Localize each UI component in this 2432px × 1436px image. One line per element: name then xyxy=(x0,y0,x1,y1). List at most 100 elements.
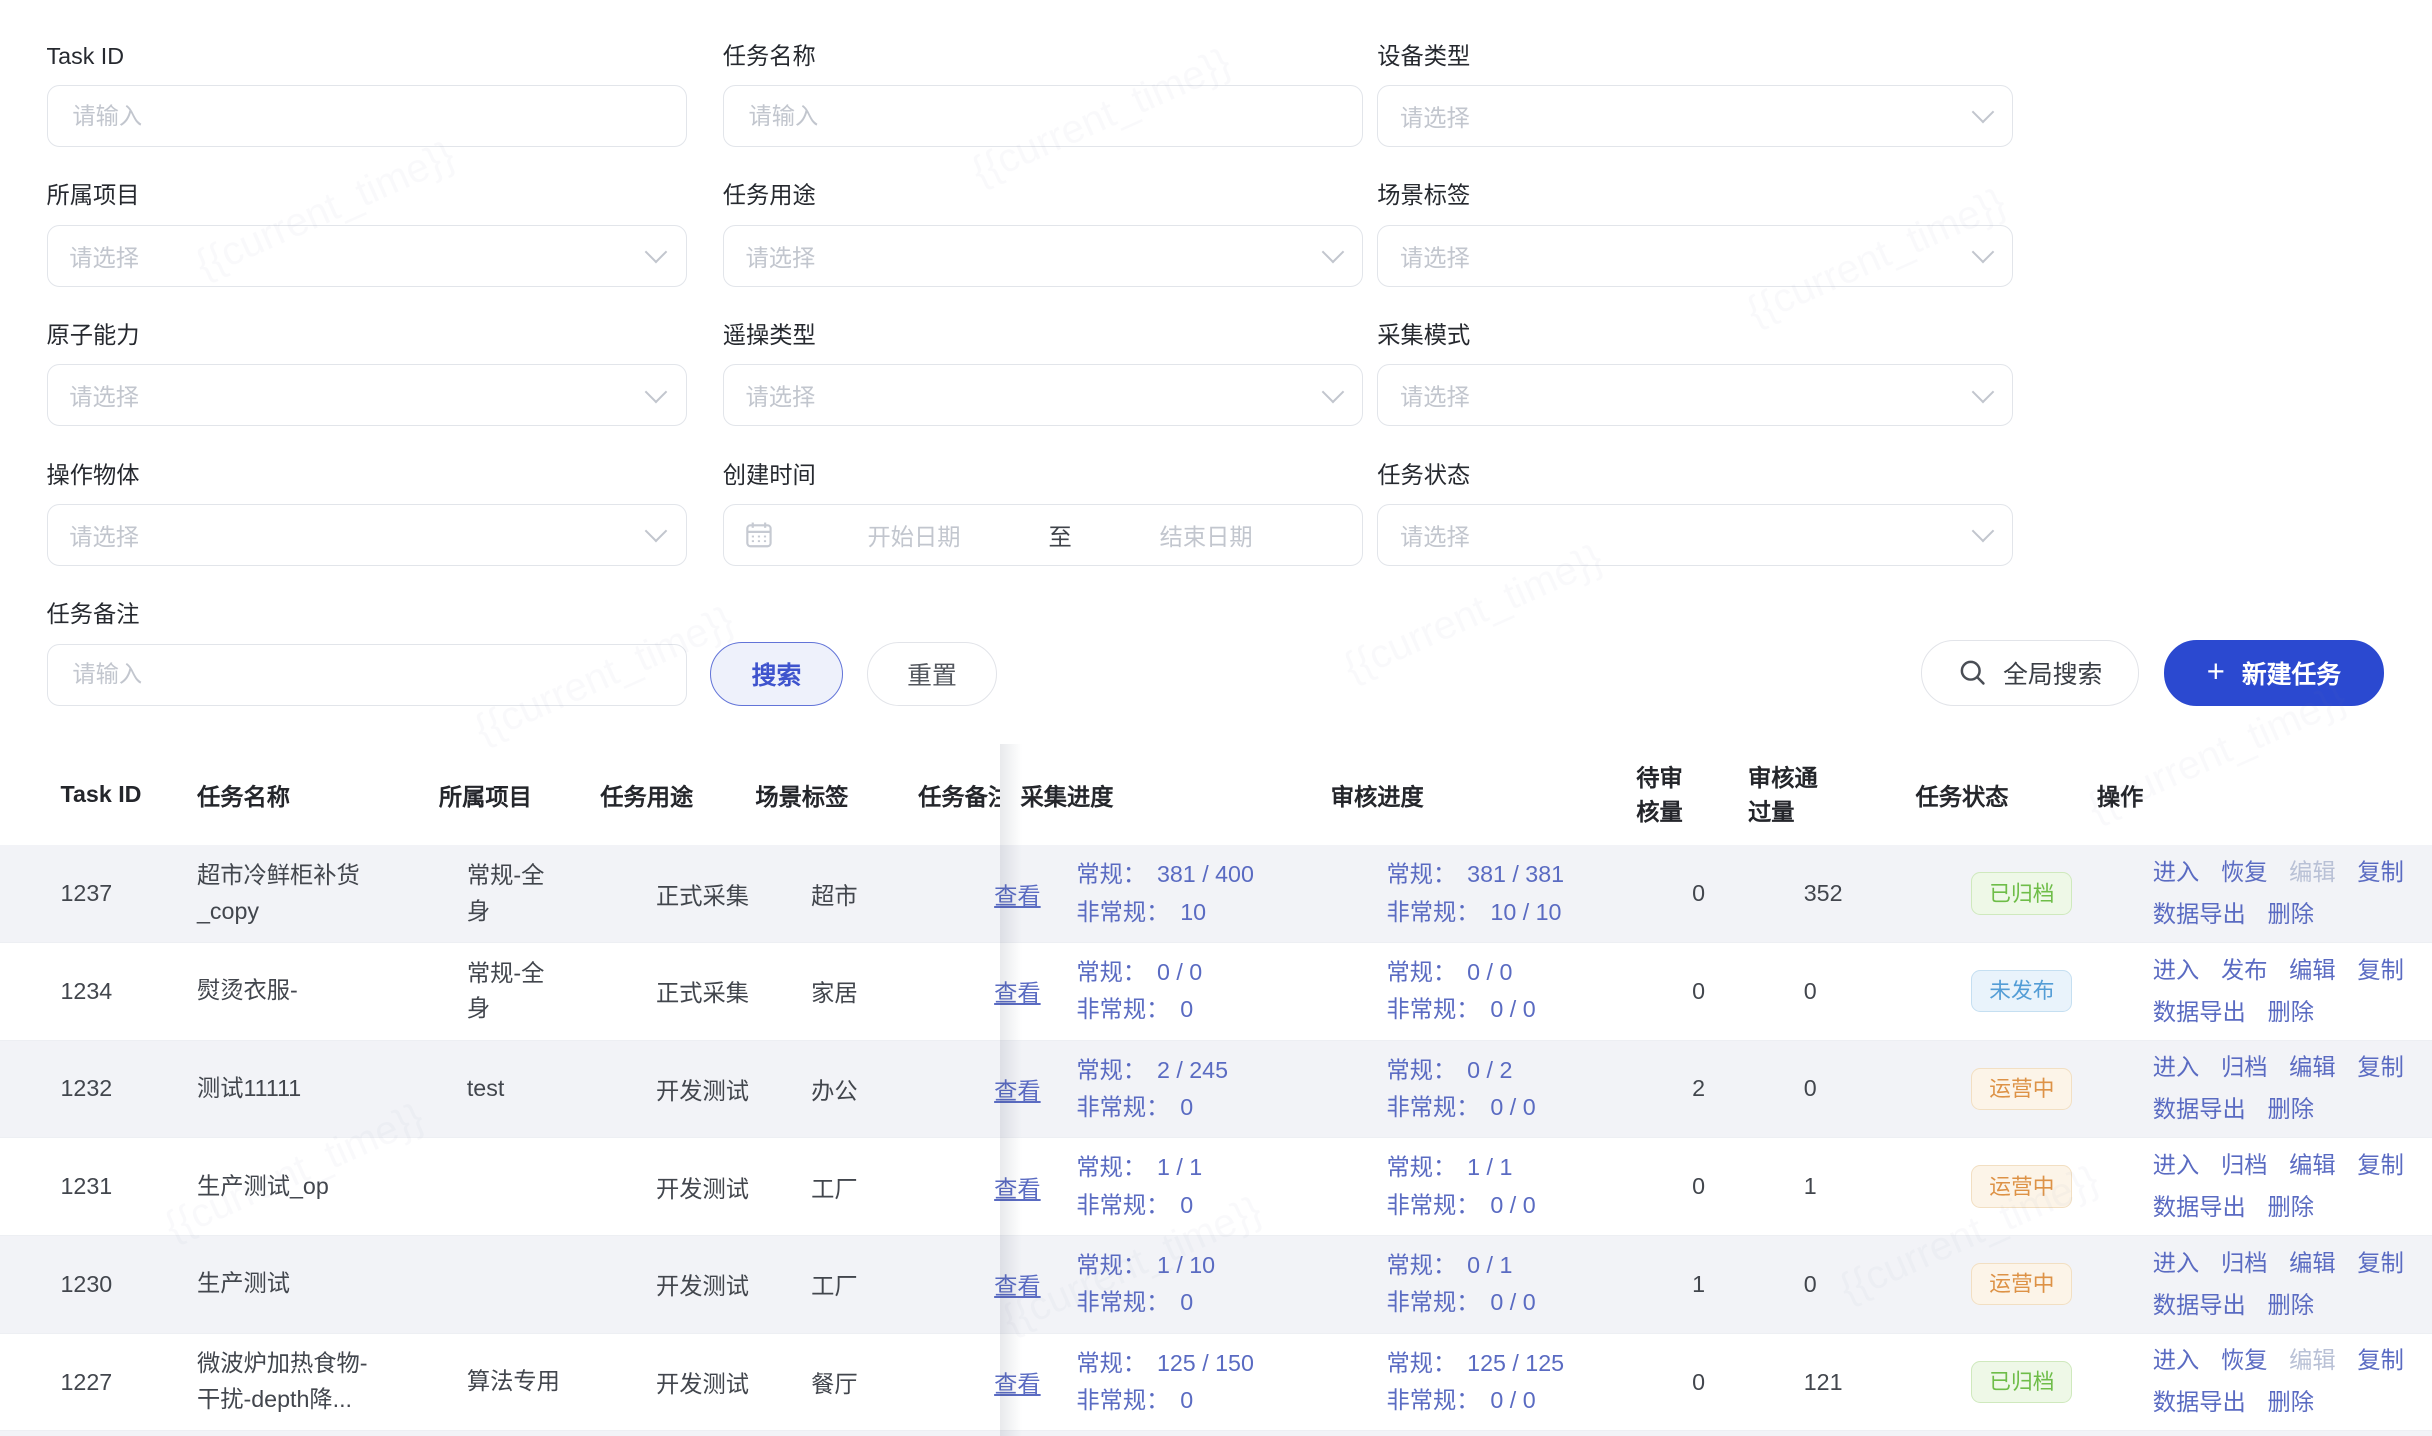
cell-task-id: 1230 xyxy=(0,1271,197,1298)
cell-task-id: 1237 xyxy=(0,880,197,907)
view-remark-link[interactable]: 查看 xyxy=(994,1078,1041,1104)
action-link[interactable]: 编辑 xyxy=(2289,1049,2336,1086)
action-link[interactable]: 进入 xyxy=(2153,854,2200,891)
action-link[interactable]: 删除 xyxy=(2267,1287,2314,1324)
irregular-label: 非常规： xyxy=(1387,1192,1480,1218)
action-link[interactable]: 归档 xyxy=(2221,1049,2268,1086)
action-link[interactable]: 数据导出 xyxy=(2153,1384,2246,1421)
cell-passed-count: 121 xyxy=(1804,1369,1972,1396)
scene-tag-placeholder: 请选择 xyxy=(1400,239,1470,273)
atomic-ability-select[interactable]: 请选择 xyxy=(47,364,688,426)
cell-actions: 进入 发布 编辑 复制 数据导出 删除 xyxy=(2153,952,2432,1031)
collect-regular-value: 0 / 0 xyxy=(1157,959,1202,985)
action-link[interactable]: 归档 xyxy=(2221,1245,2268,1282)
purpose-select[interactable]: 请选择 xyxy=(723,225,1364,287)
scene-tag-select[interactable]: 请选择 xyxy=(1377,225,2013,287)
view-remark-link[interactable]: 查看 xyxy=(994,883,1041,909)
cell-passed-count: 0 xyxy=(1804,1271,1972,1298)
action-link[interactable]: 复制 xyxy=(2357,952,2404,989)
device-type-placeholder: 请选择 xyxy=(1400,99,1470,133)
task-status-select[interactable]: 请选择 xyxy=(1377,504,2013,566)
filter-task-status: 任务状态 请选择 xyxy=(1377,461,2013,566)
irregular-label: 非常规： xyxy=(1076,1387,1169,1413)
cell-task-id: 1232 xyxy=(0,1075,197,1102)
action-link[interactable]: 数据导出 xyxy=(2153,1287,2246,1324)
cell-purpose: 开发测试 xyxy=(656,1170,811,1204)
action-link[interactable]: 复制 xyxy=(2357,1342,2404,1379)
project-select[interactable]: 请选择 xyxy=(47,225,688,287)
action-link[interactable]: 删除 xyxy=(2267,994,2314,1031)
action-link[interactable]: 编辑 xyxy=(2289,952,2336,989)
action-link[interactable]: 删除 xyxy=(2267,1384,2314,1421)
action-link[interactable]: 数据导出 xyxy=(2153,1189,2246,1226)
view-remark-link[interactable]: 查看 xyxy=(994,1176,1041,1202)
action-link[interactable]: 复制 xyxy=(2357,1245,2404,1282)
task-id-input[interactable] xyxy=(69,101,664,131)
action-link[interactable]: 进入 xyxy=(2153,1049,2200,1086)
action-link[interactable]: 恢复 xyxy=(2221,1342,2268,1379)
action-link[interactable]: 恢复 xyxy=(2221,854,2268,891)
task-table: Task ID 任务名称 所属项目 任务用途 场景标签 任务备注 采集进度 审核… xyxy=(0,744,2432,1436)
action-link[interactable]: 编辑 xyxy=(2289,1245,2336,1282)
filter-form: Task ID 任务名称 设备类型 请选择 所属项目 请选择 xyxy=(0,0,2432,706)
device-type-select[interactable]: 请选择 xyxy=(1377,85,2013,147)
table-row: 1231 生产测试_op 开发测试 工厂 查看 常规：1 / 1 非常规：0 常… xyxy=(0,1138,2432,1236)
global-search-button[interactable]: 全局搜索 xyxy=(1921,640,2139,705)
chevron-down-icon xyxy=(1321,241,1344,264)
action-link[interactable]: 复制 xyxy=(2357,854,2404,891)
action-link[interactable]: 进入 xyxy=(2153,1342,2200,1379)
cell-scene: 工厂 xyxy=(811,1170,974,1204)
cell-passed-count: 0 xyxy=(1804,978,1972,1005)
cell-collect-progress: 常规：381 / 400 非常规：10 xyxy=(1076,856,1386,930)
task-name-input[interactable] xyxy=(745,101,1340,131)
irregular-label: 非常规： xyxy=(1387,996,1480,1022)
filter-task-id-label: Task ID xyxy=(47,42,688,71)
reset-button[interactable]: 重置 xyxy=(867,642,996,706)
cell-status: 已归档 xyxy=(1971,872,2152,914)
action-link[interactable]: 删除 xyxy=(2267,1091,2314,1128)
action-link[interactable]: 进入 xyxy=(2153,1245,2200,1282)
action-link[interactable]: 数据导出 xyxy=(2153,1091,2246,1128)
action-link[interactable]: 数据导出 xyxy=(2153,994,2246,1031)
col-header-remark: 任务备注 xyxy=(918,778,1020,812)
status-badge: 运营中 xyxy=(1971,1068,2072,1110)
new-task-button[interactable]: + 新建任务 xyxy=(2164,640,2384,705)
operate-object-select[interactable]: 请选择 xyxy=(47,504,688,566)
view-remark-link[interactable]: 查看 xyxy=(994,980,1041,1006)
action-link[interactable]: 编辑 xyxy=(2289,854,2336,891)
action-link[interactable]: 删除 xyxy=(2267,896,2314,933)
cell-purpose: 开发测试 xyxy=(656,1072,811,1106)
end-date-placeholder[interactable]: 结束日期 xyxy=(1072,518,1341,552)
cell-pending-count: 0 xyxy=(1692,978,1804,1005)
start-date-placeholder[interactable]: 开始日期 xyxy=(780,518,1049,552)
action-link[interactable]: 编辑 xyxy=(2289,1147,2336,1184)
action-link[interactable]: 编辑 xyxy=(2289,1342,2336,1379)
create-time-range-picker[interactable]: 开始日期 至 结束日期 xyxy=(723,504,1364,566)
table-body: 1237 超市冷鲜柜补货 _copy 常规-全 身 正式采集 超市 查看 常规：… xyxy=(0,845,2432,1431)
chevron-down-icon xyxy=(1971,101,1994,124)
regular-label: 常规： xyxy=(1387,1154,1457,1180)
action-link[interactable]: 删除 xyxy=(2267,1189,2314,1226)
filter-teleop-type: 遥操类型 请选择 xyxy=(723,321,1364,426)
action-link[interactable]: 数据导出 xyxy=(2153,896,2246,933)
action-link[interactable]: 归档 xyxy=(2221,1147,2268,1184)
action-link[interactable]: 复制 xyxy=(2357,1049,2404,1086)
col-header-collect: 采集进度 xyxy=(1021,778,1331,812)
cell-remark: 查看 xyxy=(974,877,1076,911)
action-link[interactable]: 进入 xyxy=(2153,952,2200,989)
action-link[interactable]: 发布 xyxy=(2221,952,2268,989)
regular-label: 常规： xyxy=(1076,959,1146,985)
task-remark-input[interactable] xyxy=(69,660,664,690)
status-badge: 已归档 xyxy=(1971,1361,2072,1403)
action-link[interactable]: 复制 xyxy=(2357,1147,2404,1184)
teleop-type-select[interactable]: 请选择 xyxy=(723,364,1364,426)
search-button[interactable]: 搜索 xyxy=(710,642,842,706)
action-link[interactable]: 进入 xyxy=(2153,1147,2200,1184)
collect-mode-select[interactable]: 请选择 xyxy=(1377,364,2013,426)
view-remark-link[interactable]: 查看 xyxy=(994,1371,1041,1397)
cell-task-name: 熨烫衣服- xyxy=(197,973,467,1009)
view-remark-link[interactable]: 查看 xyxy=(994,1273,1041,1299)
review-irregular-value: 0 / 0 xyxy=(1490,996,1535,1022)
calendar-icon xyxy=(745,521,773,549)
review-regular-value: 0 / 2 xyxy=(1467,1057,1512,1083)
